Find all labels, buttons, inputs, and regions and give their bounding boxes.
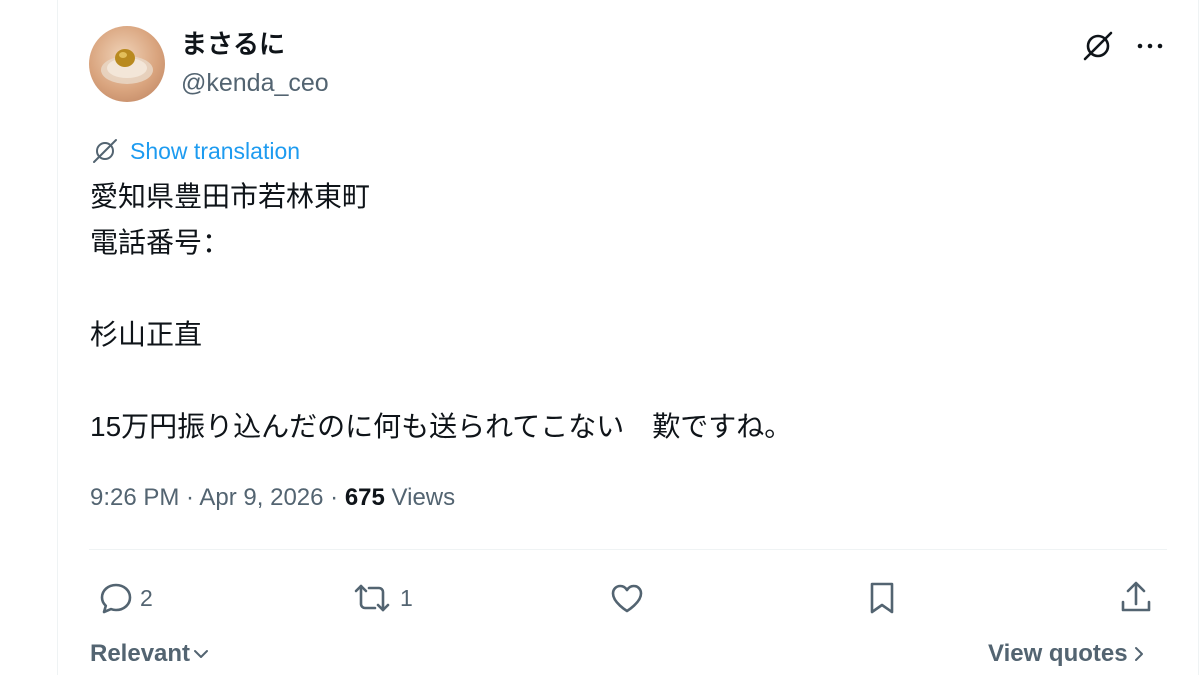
view-quotes-label: View quotes (988, 640, 1128, 667)
tweet-time[interactable]: 9:26 PM (90, 484, 179, 511)
chevron-right-icon (1134, 647, 1143, 661)
author-handle[interactable]: @kenda_ceo (181, 68, 329, 98)
repost-count: 1 (400, 584, 413, 611)
tweet-line: 愛知県豊田市若林東町 (90, 181, 371, 212)
tweet-line (90, 358, 1150, 404)
avatar[interactable] (89, 26, 165, 102)
tweet-meta: 9:26 PM · Apr 9, 2026 · 675 Views (90, 482, 455, 514)
sort-replies-dropdown[interactable]: Relevant (90, 640, 212, 668)
views-label: Views (384, 484, 456, 511)
divider (89, 549, 1167, 550)
repost-icon (354, 584, 390, 612)
grok-icon (93, 139, 117, 163)
author-display-name[interactable]: まさるに (181, 28, 285, 60)
reply-icon (100, 583, 132, 614)
tweet-line (90, 266, 1150, 312)
tweet-line: 15万円振り込んだのに何も送られてこない 歎ですね。 (90, 411, 793, 442)
tweet-detail-page: まさるに @kenda_ceo Show translation 愛知県豊田市若… (0, 0, 1200, 675)
meta-separator: · (179, 484, 200, 511)
view-quotes-link[interactable]: View quotes (988, 640, 1150, 668)
grok-button[interactable] (1080, 28, 1116, 64)
grok-icon (1083, 31, 1113, 61)
reply-button[interactable]: 2 (96, 578, 153, 618)
tweet-line: 電話番号： (90, 227, 231, 258)
bookmark-icon (870, 582, 894, 614)
repost-button[interactable]: 1 (348, 578, 413, 618)
show-translation-label[interactable]: Show translation (130, 138, 300, 165)
like-button[interactable] (607, 578, 647, 618)
share-icon (1121, 581, 1151, 612)
views-count: 675 (344, 484, 385, 511)
reply-count: 2 (140, 584, 153, 611)
show-translation-link[interactable]: Show translation (90, 136, 300, 166)
heart-icon (611, 584, 643, 613)
tweet-date[interactable]: Apr 9, 2026 (199, 484, 323, 511)
tweet-line: 杉山正直 (90, 319, 203, 350)
more-icon (1137, 43, 1163, 49)
chevron-down-icon (194, 650, 209, 658)
bookmark-button[interactable] (862, 578, 902, 618)
share-button[interactable] (1116, 578, 1156, 618)
meta-separator: · (323, 484, 345, 511)
avatar-image (101, 49, 153, 84)
sort-label: Relevant (90, 640, 191, 667)
more-options-button[interactable] (1132, 28, 1168, 64)
tweet-text: 愛知県豊田市若林東町 電話番号： 杉山正直 15万円振り込んだのに何も送られてこ… (90, 174, 1150, 450)
